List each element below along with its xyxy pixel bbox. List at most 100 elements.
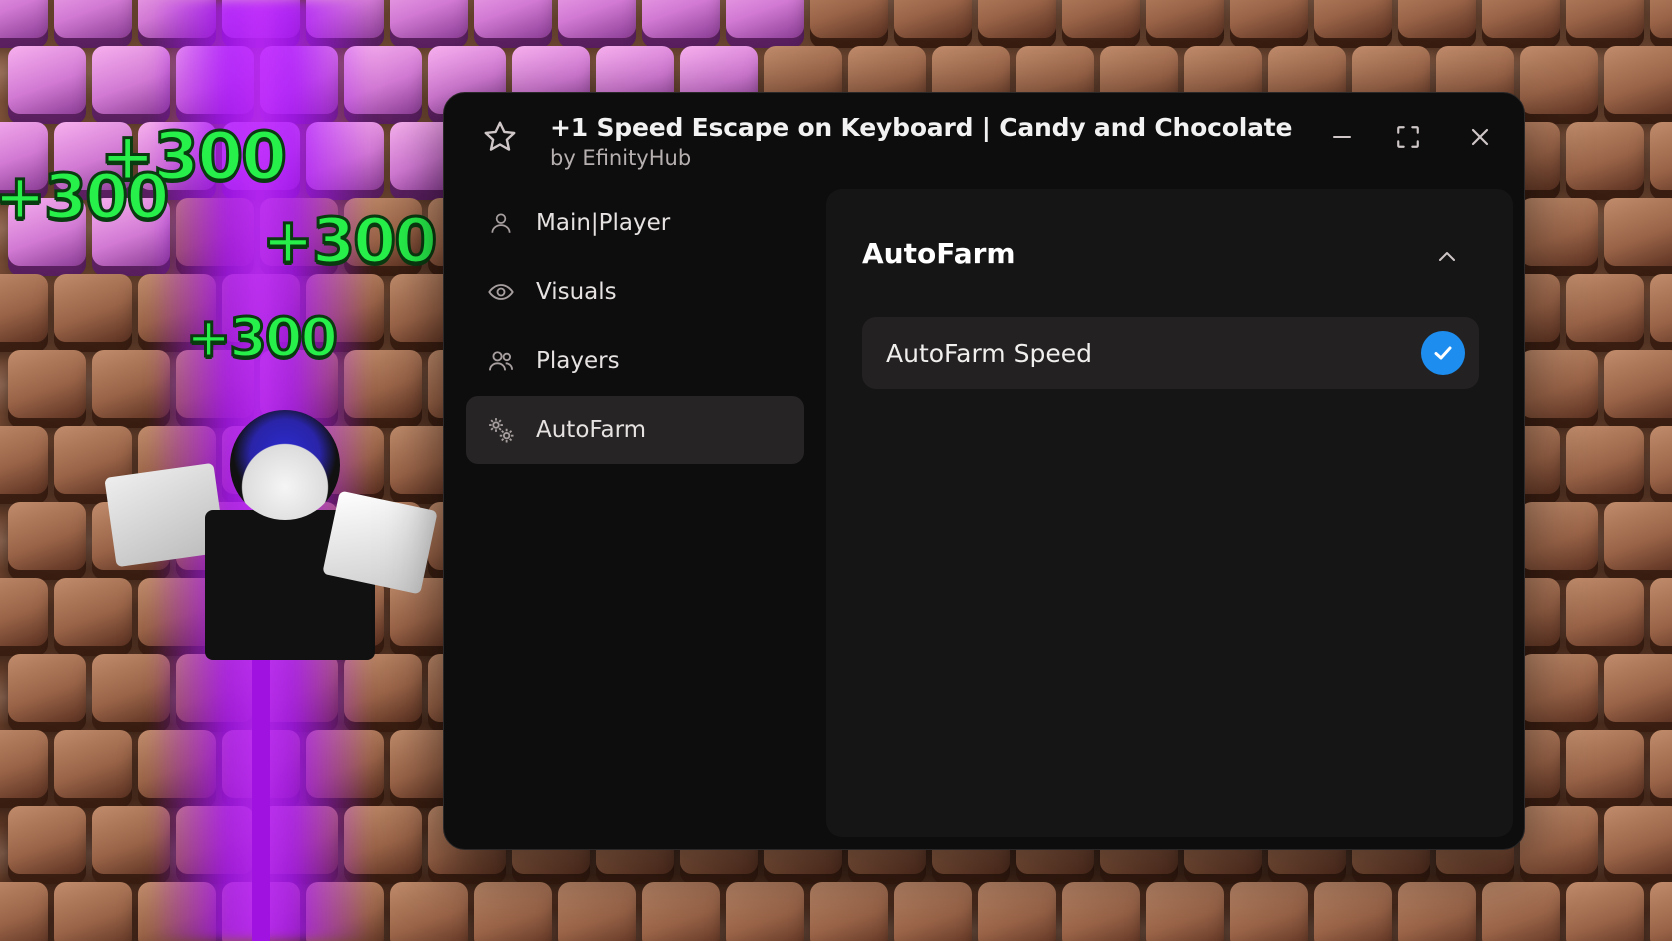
keycap (1520, 46, 1598, 114)
hub-window: +1 Speed Escape on Keyboard | Candy and … (443, 92, 1525, 850)
sidebar-item-label: Main|Player (536, 210, 671, 236)
keycap (8, 654, 86, 722)
maximize-icon (1397, 126, 1419, 148)
users-icon (486, 346, 516, 376)
score-popup: +300 (260, 203, 438, 279)
keycap (1146, 882, 1224, 941)
keycap (1604, 654, 1672, 722)
keycap (1520, 654, 1598, 722)
keycap (1650, 730, 1672, 798)
sidebar-item-label: Players (536, 348, 620, 374)
keycap (1604, 46, 1672, 114)
keycap (1650, 274, 1672, 342)
keycap (0, 730, 48, 798)
user-icon (486, 208, 516, 238)
title-bar[interactable]: +1 Speed Escape on Keyboard | Candy and … (444, 93, 1524, 181)
keycap (1146, 0, 1224, 38)
keycap (8, 46, 86, 114)
window-title: +1 Speed Escape on Keyboard | Candy and … (550, 113, 1293, 142)
keycap (1566, 578, 1644, 646)
keycap (1520, 806, 1598, 874)
keycap (1520, 502, 1598, 570)
keycap (1230, 882, 1308, 941)
autofarm-speed-toggle[interactable]: AutoFarm Speed (862, 317, 1479, 389)
keycap (978, 0, 1056, 38)
section-header[interactable]: AutoFarm (862, 237, 1477, 277)
minimize-icon (1333, 136, 1351, 138)
keycap (558, 0, 636, 38)
keycap (642, 0, 720, 38)
keycap (1398, 882, 1476, 941)
star-icon[interactable] (480, 117, 520, 157)
keycap (390, 882, 468, 941)
keycap (1566, 882, 1644, 941)
keycap (1520, 198, 1598, 266)
toggle-label: AutoFarm Speed (886, 338, 1092, 368)
keycap (1314, 0, 1392, 38)
keycap (0, 0, 48, 38)
keycap (1650, 882, 1672, 941)
gears-icon (486, 415, 516, 445)
keycap (1520, 350, 1598, 418)
window-subtitle: by EfinityHub (550, 146, 692, 170)
keycap (1398, 0, 1476, 38)
minimize-button[interactable] (1324, 119, 1360, 155)
keycap (1650, 578, 1672, 646)
keycap (54, 882, 132, 941)
chevron-up-icon[interactable] (1431, 241, 1463, 273)
keycap (1482, 0, 1560, 38)
keycap (0, 882, 48, 941)
check-icon (1434, 346, 1452, 360)
avatar-head (230, 410, 340, 520)
keycap (0, 578, 48, 646)
sidebar-item-visuals[interactable]: Visuals (466, 258, 804, 326)
keycap (1650, 426, 1672, 494)
keycap (390, 0, 468, 38)
keycap (1566, 274, 1644, 342)
keycap (0, 426, 48, 494)
keycap (1482, 882, 1560, 941)
maximize-button[interactable] (1390, 119, 1426, 155)
keycap (1566, 122, 1644, 190)
keycap (810, 0, 888, 38)
keycap (1650, 122, 1672, 190)
close-button[interactable] (1462, 119, 1498, 155)
keycap (978, 882, 1056, 941)
keycap (54, 730, 132, 798)
keycap (810, 882, 888, 941)
keycap (1604, 198, 1672, 266)
sidebar-item-main-player[interactable]: Main|Player (466, 189, 804, 257)
keycap (1230, 0, 1308, 38)
keycap (1604, 502, 1672, 570)
content-panel: AutoFarm AutoFarm Speed (826, 189, 1513, 837)
player-avatar (104, 390, 440, 690)
sidebar: Main|Player Visuals Players AutoFarm (466, 189, 804, 465)
sidebar-item-label: Visuals (536, 279, 617, 305)
sidebar-item-autofarm[interactable]: AutoFarm (466, 396, 804, 464)
score-popup: +300 (0, 159, 171, 235)
sidebar-item-label: AutoFarm (536, 417, 647, 443)
keycap (1566, 426, 1644, 494)
keycap (894, 882, 972, 941)
keycap (0, 274, 48, 342)
keycap (8, 502, 86, 570)
keycap (1314, 882, 1392, 941)
checkbox-checked[interactable] (1421, 331, 1465, 375)
keycap (8, 806, 86, 874)
keycap (1604, 350, 1672, 418)
keycap (474, 882, 552, 941)
keycap (726, 882, 804, 941)
sidebar-item-players[interactable]: Players (466, 327, 804, 395)
keycap (474, 0, 552, 38)
keycap (54, 274, 132, 342)
keycap (1062, 882, 1140, 941)
score-popup: +300 (185, 305, 340, 371)
close-icon (1471, 128, 1489, 146)
keycap (642, 882, 720, 941)
keycap (54, 0, 132, 38)
section-title: AutoFarm (862, 237, 1016, 270)
keycap (894, 0, 972, 38)
eye-icon (486, 277, 516, 307)
keycap (1566, 730, 1644, 798)
keycap (1062, 0, 1140, 38)
